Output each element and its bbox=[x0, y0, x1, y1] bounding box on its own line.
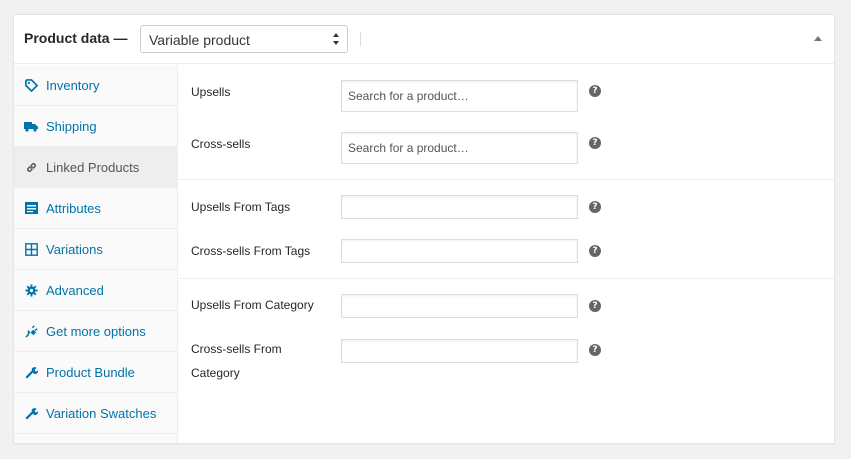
truck-icon bbox=[24, 119, 38, 133]
tab-label: Advanced bbox=[46, 282, 104, 298]
upsells-input[interactable]: Search for a product… bbox=[341, 80, 578, 112]
crosssells-category-input[interactable] bbox=[341, 339, 578, 363]
product-type-select[interactable]: Variable product bbox=[140, 25, 348, 53]
tag-icon bbox=[24, 78, 38, 92]
help-icon[interactable]: ? bbox=[589, 137, 601, 149]
category-group: Upsells From Category ? Cross-sells From… bbox=[179, 279, 834, 443]
crosssells-placeholder: Search for a product… bbox=[348, 141, 469, 155]
tags-group: Upsells From Tags ? Cross-sells From Tag… bbox=[179, 180, 834, 279]
crosssells-category-label: Cross-sells From Category bbox=[191, 342, 282, 380]
gear-icon bbox=[24, 283, 38, 297]
help-icon[interactable]: ? bbox=[589, 344, 601, 356]
link-icon bbox=[24, 160, 38, 174]
tab-label: Product Bundle bbox=[46, 364, 135, 380]
tab-label: Linked Products bbox=[46, 159, 140, 175]
tab-shipping[interactable]: Shipping bbox=[14, 106, 177, 147]
tab-variations[interactable]: Variations bbox=[14, 229, 177, 270]
grid-icon bbox=[24, 242, 38, 256]
tab-inventory[interactable]: Inventory bbox=[14, 65, 177, 106]
crosssells-label: Cross-sells bbox=[191, 137, 251, 151]
tab-attributes[interactable]: Attributes bbox=[14, 188, 177, 229]
help-icon[interactable]: ? bbox=[589, 85, 601, 97]
upsells-placeholder: Search for a product… bbox=[348, 89, 469, 103]
panel-title: Product data — bbox=[24, 30, 128, 46]
tab-label: Shipping bbox=[46, 118, 97, 134]
tab-variation-swatches[interactable]: Variation Swatches bbox=[14, 393, 177, 434]
tab-get-more-options[interactable]: Get more options bbox=[14, 311, 177, 352]
upsells-category-input[interactable] bbox=[341, 294, 578, 318]
tab-label: Variations bbox=[46, 241, 103, 257]
wrench-icon bbox=[24, 406, 38, 420]
tab-label: Variation Swatches bbox=[46, 405, 157, 421]
tab-product-bundle[interactable]: Product Bundle bbox=[14, 352, 177, 393]
select-arrows-icon bbox=[333, 33, 339, 45]
header-divider bbox=[360, 32, 361, 46]
crosssells-input[interactable]: Search for a product… bbox=[341, 132, 578, 164]
tab-label: Attributes bbox=[46, 200, 101, 216]
product-data-panel: Product data — Variable product Inventor… bbox=[13, 14, 835, 444]
tab-label: Inventory bbox=[46, 77, 100, 93]
upsells-label: Upsells bbox=[191, 85, 231, 99]
product-type-value: Variable product bbox=[149, 32, 250, 48]
upsells-category-label: Upsells From Category bbox=[191, 298, 314, 312]
product-data-tabs: Inventory Shipping Linked Products Attri… bbox=[14, 65, 178, 443]
linked-products-group: Upsells Search for a product… ? Cross-se… bbox=[179, 65, 834, 180]
crosssells-tags-label: Cross-sells From Tags bbox=[191, 244, 311, 258]
upsells-tags-input[interactable] bbox=[341, 195, 578, 219]
linked-products-panel: Upsells Search for a product… ? Cross-se… bbox=[179, 65, 834, 443]
panel-header: Product data — Variable product bbox=[14, 15, 834, 64]
crosssells-tags-input[interactable] bbox=[341, 239, 578, 263]
upsells-tags-label: Upsells From Tags bbox=[191, 200, 291, 214]
help-icon[interactable]: ? bbox=[589, 201, 601, 213]
tab-label: Get more options bbox=[46, 323, 146, 339]
help-icon[interactable]: ? bbox=[589, 300, 601, 312]
collapse-toggle-icon[interactable] bbox=[812, 33, 824, 43]
plugin-icon bbox=[24, 324, 38, 338]
help-icon[interactable]: ? bbox=[589, 245, 601, 257]
tab-advanced[interactable]: Advanced bbox=[14, 270, 177, 311]
tab-linked-products[interactable]: Linked Products bbox=[14, 147, 178, 188]
wrench-icon bbox=[24, 365, 38, 379]
list-icon bbox=[24, 201, 38, 215]
